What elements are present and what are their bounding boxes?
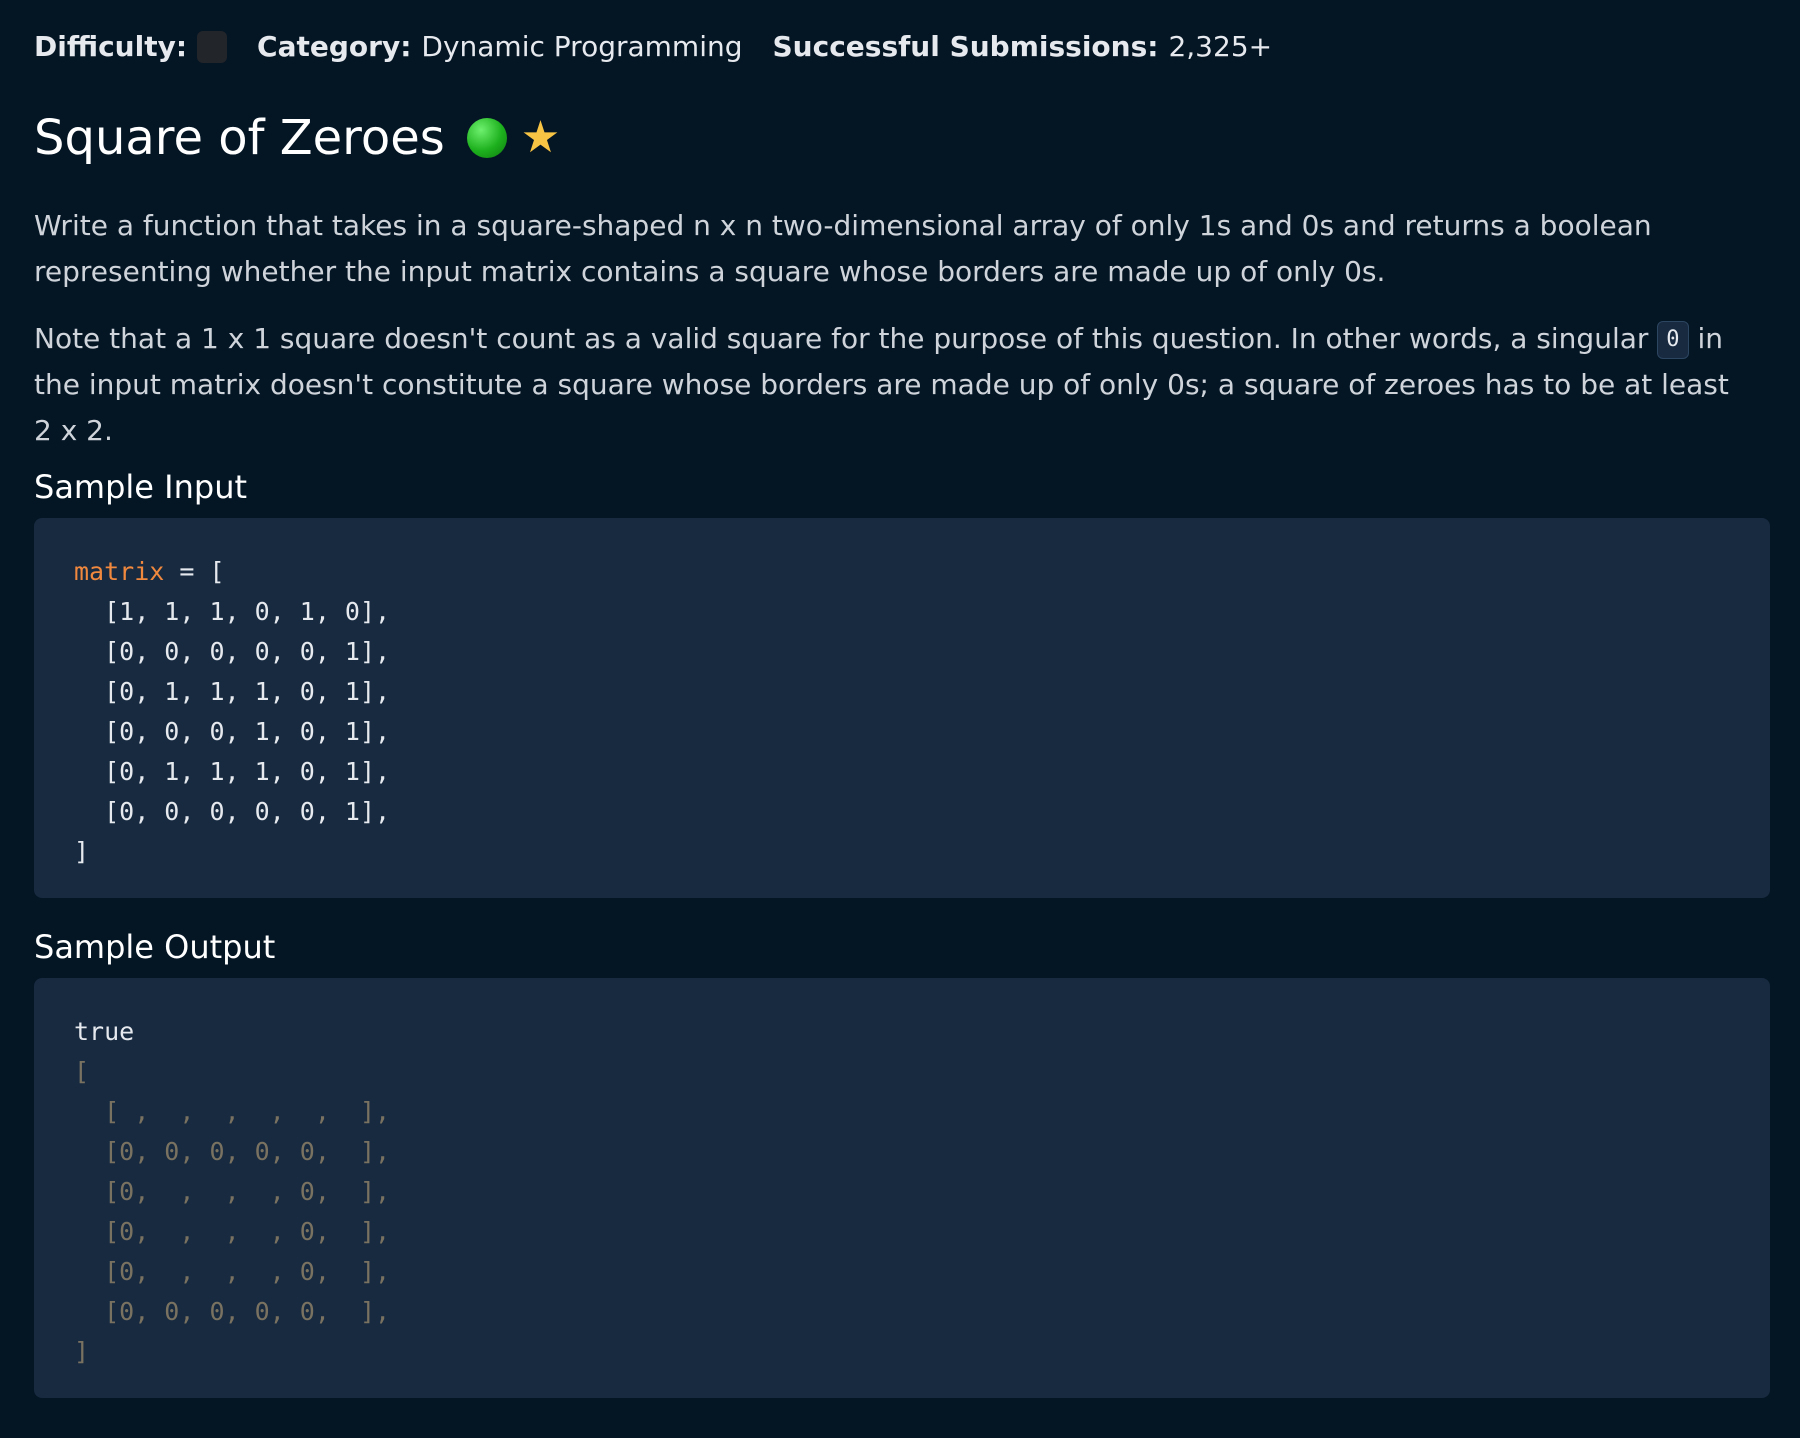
matrix-row: [0, 0, 0, 0, 0, 1], — [74, 637, 391, 666]
problem-meta: Difficulty: Category: Dynamic Programmin… — [34, 30, 1302, 63]
category-label: Category: — [257, 30, 412, 63]
p2-text-before: Note that a 1 x 1 square doesn't count a… — [34, 322, 1658, 355]
code-open: [ — [74, 1057, 90, 1086]
sample-output-heading: Sample Output — [34, 928, 276, 966]
code-assign: = [ — [164, 557, 225, 586]
output-result: true — [74, 1017, 135, 1046]
category: Category: Dynamic Programming — [257, 30, 742, 63]
sample-output-code: true [ [ , , , , , ], [0, 0, 0, 0, 0, ],… — [34, 978, 1770, 1398]
sample-input-heading: Sample Input — [34, 468, 248, 506]
star-icon[interactable]: ★ — [521, 116, 560, 160]
submissions: Successful Submissions: 2,325+ — [773, 30, 1273, 63]
green-dot-icon — [466, 118, 507, 158]
matrix-row: [0, 1, 1, 1, 0, 1], — [74, 757, 391, 786]
submissions-value: 2,325+ — [1168, 30, 1273, 63]
output-row: [0, , , , 0, ], — [74, 1177, 391, 1206]
sample-input-code: matrix = [ [1, 1, 1, 0, 1, 0], [0, 0, 0,… — [34, 518, 1770, 898]
output-row: [0, 0, 0, 0, 0, ], — [74, 1137, 391, 1166]
output-row: [ , , , , , ], — [74, 1097, 391, 1126]
code-variable: matrix — [74, 557, 165, 586]
matrix-row: [1, 1, 1, 0, 1, 0], — [74, 597, 391, 626]
inline-code: 0 — [1657, 321, 1689, 359]
output-row: [0, 0, 0, 0, 0, ], — [74, 1297, 391, 1326]
difficulty: Difficulty: — [34, 30, 228, 63]
code-close: ] — [74, 837, 90, 866]
description-paragraph-2: Note that a 1 x 1 square doesn't count a… — [34, 316, 1754, 454]
difficulty-indicator — [197, 30, 228, 63]
difficulty-label: Difficulty: — [34, 30, 188, 63]
page-title: Square of Zeroes — [34, 110, 445, 166]
matrix-row: [0, 0, 0, 1, 0, 1], — [74, 717, 391, 746]
matrix-row: [0, 0, 0, 0, 0, 1], — [74, 797, 391, 826]
code-line: matrix = [ — [74, 552, 1730, 592]
output-row: [0, , , , 0, ], — [74, 1217, 391, 1246]
matrix-row: [0, 1, 1, 1, 0, 1], — [74, 677, 391, 706]
output-row: [0, , , , 0, ], — [74, 1257, 391, 1286]
category-value: Dynamic Programming — [421, 30, 743, 63]
code-close: ] — [74, 1337, 90, 1366]
submissions-label: Successful Submissions: — [772, 30, 1159, 63]
description-paragraph-1: Write a function that takes in a square-… — [34, 209, 1652, 288]
title-row: Square of Zeroes ★ — [34, 110, 560, 166]
